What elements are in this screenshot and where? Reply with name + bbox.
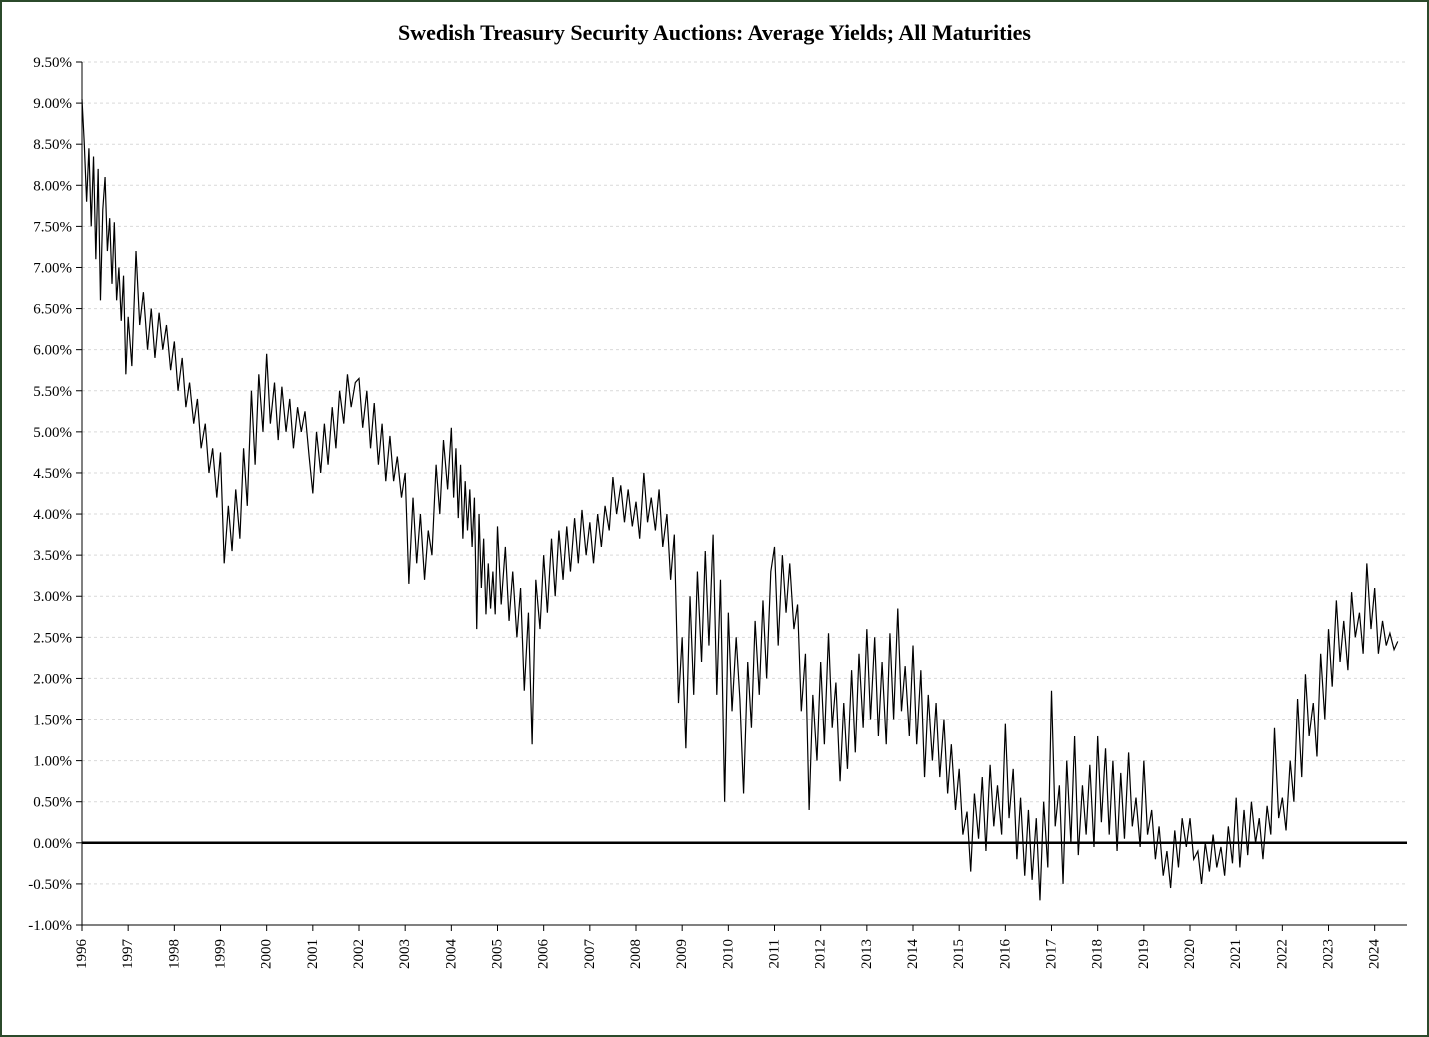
y-tick-label: -1.00% [28,918,72,934]
x-tick-label: 2010 [720,939,736,969]
series-line [82,99,1398,900]
y-tick-label: 7.50% [33,219,72,235]
x-tick-label: 2006 [536,939,552,970]
y-tick-label: 3.00% [33,589,72,605]
y-tick-label: -0.50% [28,877,72,893]
x-tick-label: 2017 [1044,939,1060,970]
y-tick-label: 9.50% [33,55,72,71]
x-tick-label: 2014 [905,939,921,970]
x-tick-label: 2015 [951,939,967,969]
x-tick-label: 2004 [443,939,459,970]
x-tick-label: 1999 [213,939,229,969]
chart-frame: Swedish Treasury Security Auctions: Aver… [0,0,1429,1037]
y-tick-label: 2.00% [33,671,72,687]
x-tick-label: 2003 [397,939,413,969]
y-tick-label: 5.50% [33,384,72,400]
chart-svg: -1.00%-0.50%0.00%0.50%1.00%1.50%2.00%2.5… [82,62,1407,925]
x-tick-label: 2005 [490,939,506,969]
y-tick-label: 8.50% [33,137,72,153]
x-tick-label: 2024 [1367,939,1383,970]
x-tick-label: 2000 [259,939,275,969]
y-tick-label: 2.50% [33,630,72,646]
x-tick-label: 1997 [120,939,136,970]
x-tick-label: 2019 [1136,939,1152,969]
x-tick-label: 1996 [74,939,90,970]
x-tick-label: 2007 [582,939,598,970]
y-tick-label: 8.00% [33,178,72,194]
y-tick-label: 7.00% [33,260,72,276]
x-tick-label: 2001 [305,939,321,969]
y-tick-label: 4.50% [33,466,72,482]
y-tick-label: 0.00% [33,836,72,852]
chart-title: Swedish Treasury Security Auctions: Aver… [2,20,1427,46]
y-tick-label: 4.00% [33,507,72,523]
x-tick-label: 2009 [674,939,690,969]
y-tick-label: 6.00% [33,343,72,359]
x-tick-label: 1998 [166,939,182,969]
x-tick-label: 2016 [997,939,1013,970]
y-tick-label: 1.50% [33,713,72,729]
x-tick-label: 2022 [1274,939,1290,969]
y-tick-label: 1.00% [33,754,72,770]
y-tick-label: 6.50% [33,302,72,318]
x-tick-label: 2011 [767,939,783,968]
x-tick-label: 2002 [351,939,367,969]
x-tick-label: 2023 [1321,939,1337,969]
x-tick-label: 2020 [1182,939,1198,969]
plot-area: -1.00%-0.50%0.00%0.50%1.00%1.50%2.00%2.5… [82,62,1407,925]
y-tick-label: 3.50% [33,548,72,564]
x-tick-label: 2013 [859,939,875,969]
y-tick-label: 0.50% [33,795,72,811]
x-tick-label: 2021 [1228,939,1244,969]
y-tick-label: 5.00% [33,425,72,441]
x-tick-label: 2008 [628,939,644,969]
x-tick-label: 2012 [813,939,829,969]
y-tick-label: 9.00% [33,96,72,112]
x-tick-label: 2018 [1090,939,1106,969]
